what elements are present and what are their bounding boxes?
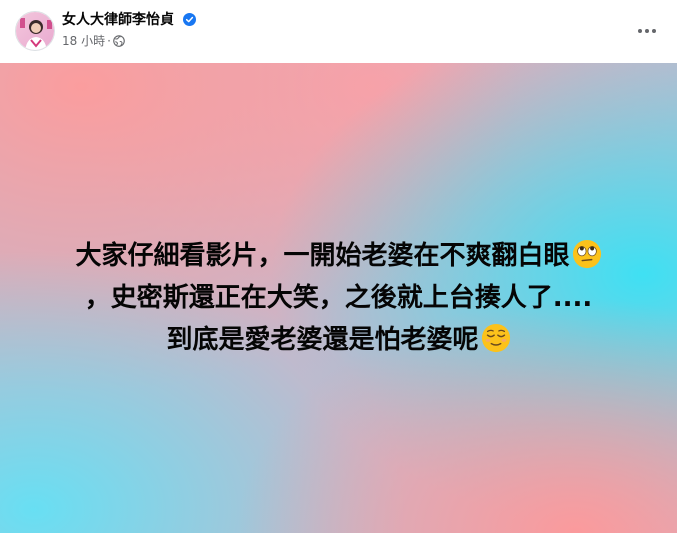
post-bottom-edge [0, 533, 677, 537]
post-line-2: ，史密斯還正在大笑，之後就上台揍人了.... [85, 277, 593, 319]
more-options-button[interactable] [629, 13, 665, 49]
post-line-2-text: ，史密斯還正在大笑，之後就上台揍人了.... [84, 283, 593, 313]
post-card: 女人大律師李怡貞 18 小時 · 大家仔細看影片，一開始老婆在不爽翻白眼 ，史密… [0, 0, 677, 537]
post-line-1: 大家仔細看影片，一開始老婆在不爽翻白眼 [75, 235, 601, 277]
post-background: 大家仔細看影片，一開始老婆在不爽翻白眼 ，史密斯還正在大笑，之後就上台揍人了..… [0, 63, 677, 533]
verified-badge-icon [182, 13, 196, 26]
more-options-icon [638, 29, 656, 33]
globe-icon[interactable] [113, 35, 125, 47]
post-meta: 18 小時 · [62, 33, 125, 49]
post-text: 大家仔細看影片，一開始老婆在不爽翻白眼 ，史密斯還正在大笑，之後就上台揍人了..… [0, 63, 677, 533]
author-name[interactable]: 女人大律師李怡貞 [62, 12, 174, 28]
avatar-image [16, 12, 54, 50]
post-line-3-text: 到底是愛老婆還是怕老婆呢 [166, 325, 479, 355]
post-timestamp[interactable]: 18 小時 [62, 34, 105, 48]
post-line-1-text: 大家仔細看影片，一開始老婆在不爽翻白眼 [75, 241, 570, 271]
relieved-emoji-icon [481, 323, 510, 353]
eye-roll-emoji-icon [572, 239, 601, 269]
post-header: 女人大律師李怡貞 18 小時 · [0, 0, 677, 63]
meta-separator: · [107, 34, 111, 48]
post-line-3: 到底是愛老婆還是怕老婆呢 [166, 319, 510, 361]
author-name-row: 女人大律師李怡貞 [62, 11, 196, 29]
author-avatar[interactable] [15, 11, 55, 51]
